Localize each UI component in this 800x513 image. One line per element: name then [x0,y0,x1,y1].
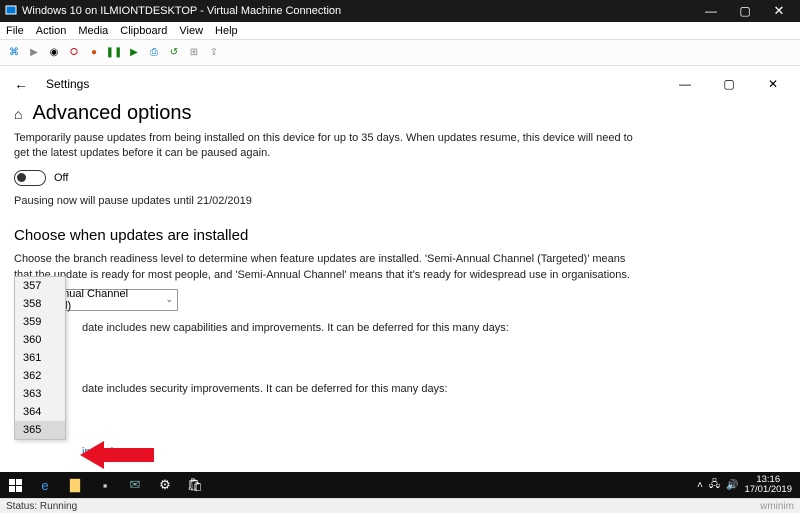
pause-icon[interactable]: ❚❚ [106,45,122,61]
section-choose-updates: Choose when updates are installed [14,227,786,244]
hyperv-status-bar: Status: Running wminim [0,498,800,513]
watermark: wminim [760,501,794,512]
page-title: Advanced options [32,102,191,125]
status-text: Status: Running [6,501,77,512]
quality-defer-text: date includes security improvements. It … [82,382,448,397]
dropdown-option[interactable]: 362 [15,367,65,385]
back-button[interactable]: ← [14,76,28,92]
menu-clipboard[interactable]: Clipboard [120,25,167,37]
pause-description: Temporarily pause updates from being ins… [14,131,634,162]
settings-label: Settings [46,77,89,91]
dropdown-option[interactable]: 357 [15,277,65,295]
save-icon[interactable]: ● [86,45,102,61]
taskbar-clock[interactable]: 13:16 17/01/2019 [744,475,792,496]
taskbar-terminal-icon[interactable]: ▪ [90,472,120,498]
taskbar-store-icon[interactable]: 🛍 [180,472,210,498]
settings-close-button[interactable]: ✕ [760,77,786,91]
branch-description: Choose the branch readiness level to det… [14,252,634,283]
pause-until-text: Pausing now will pause updates until 21/… [14,194,634,209]
taskbar-mail-icon[interactable]: ✉ [120,472,150,498]
dropdown-option[interactable]: 358 [15,295,65,313]
reset-icon[interactable]: ▶ [126,45,142,61]
chevron-down-icon: ⌄ [165,294,173,305]
settings-maximize-button[interactable]: ▢ [716,77,742,91]
hv-maximize-button[interactable]: ▢ [728,4,762,18]
turnoff-icon[interactable]: ◉ [46,45,62,61]
taskbar-edge-icon[interactable]: e [30,472,60,498]
dropdown-option[interactable]: 364 [15,403,65,421]
windows-taskbar: e ▇ ▪ ✉ ⚙ 🛍 ˄ 🖧 🔊 13:16 17/01/2019 [0,472,800,498]
dropdown-option[interactable]: 363 [15,385,65,403]
hv-minimize-button[interactable]: — [694,4,728,18]
share-icon[interactable]: ⇪ [206,45,222,61]
revert-icon[interactable]: ↺ [166,45,182,61]
taskbar-explorer-icon[interactable]: ▇ [60,472,90,498]
settings-minimize-button[interactable]: — [672,77,698,91]
start-button[interactable] [0,472,30,498]
enhanced-icon[interactable]: ⊞ [186,45,202,61]
home-icon[interactable]: ⌂ [14,106,22,122]
tray-network-icon[interactable]: 🖧 [709,477,720,494]
toggle-state-label: Off [54,172,68,184]
dropdown-option[interactable]: 360 [15,331,65,349]
menu-media[interactable]: Media [78,25,108,37]
defer-days-dropdown-list[interactable]: 357 358 359 360 361 362 363 364 365 [14,276,66,440]
ctrl-alt-del-icon[interactable]: ⌘ [6,45,22,61]
start-icon[interactable]: ▶ [26,45,42,61]
hyperv-title: Windows 10 on ILMIONTDESKTOP - Virtual M… [22,5,341,17]
dropdown-option[interactable]: 365 [15,421,65,439]
hv-close-button[interactable]: ✕ [762,3,796,19]
dropdown-option[interactable]: 361 [15,349,65,367]
hyperv-toolbar: ⌘ ▶ ◉ ⭘ ● ❚❚ ▶ ⎙ ↺ ⊞ ⇪ [0,40,800,66]
checkpoint-icon[interactable]: ⎙ [146,45,162,61]
menu-file[interactable]: File [6,25,24,37]
annotation-arrow [80,441,154,469]
shutdown-icon[interactable]: ⭘ [66,45,82,61]
taskbar-settings-icon[interactable]: ⚙ [150,472,180,498]
tray-volume-icon[interactable]: 🔊 [726,480,738,491]
dropdown-option[interactable]: 359 [15,313,65,331]
hyperv-title-bar: Windows 10 on ILMIONTDESKTOP - Virtual M… [0,0,800,22]
feature-defer-text: date includes new capabilities and impro… [82,321,509,336]
pause-toggle[interactable] [14,170,46,186]
settings-content: ⌂ Advanced options Temporarily pause upd… [0,102,800,484]
menu-view[interactable]: View [179,25,203,37]
hyperv-icon [4,4,18,18]
hyperv-menu-bar: File Action Media Clipboard View Help [0,22,800,40]
system-tray[interactable]: ˄ 🖧 🔊 13:16 17/01/2019 [697,475,800,496]
settings-header: ← Settings — ▢ ✕ [0,66,800,102]
menu-help[interactable]: Help [215,25,238,37]
menu-action[interactable]: Action [36,25,67,37]
tray-up-icon[interactable]: ˄ [697,480,703,491]
